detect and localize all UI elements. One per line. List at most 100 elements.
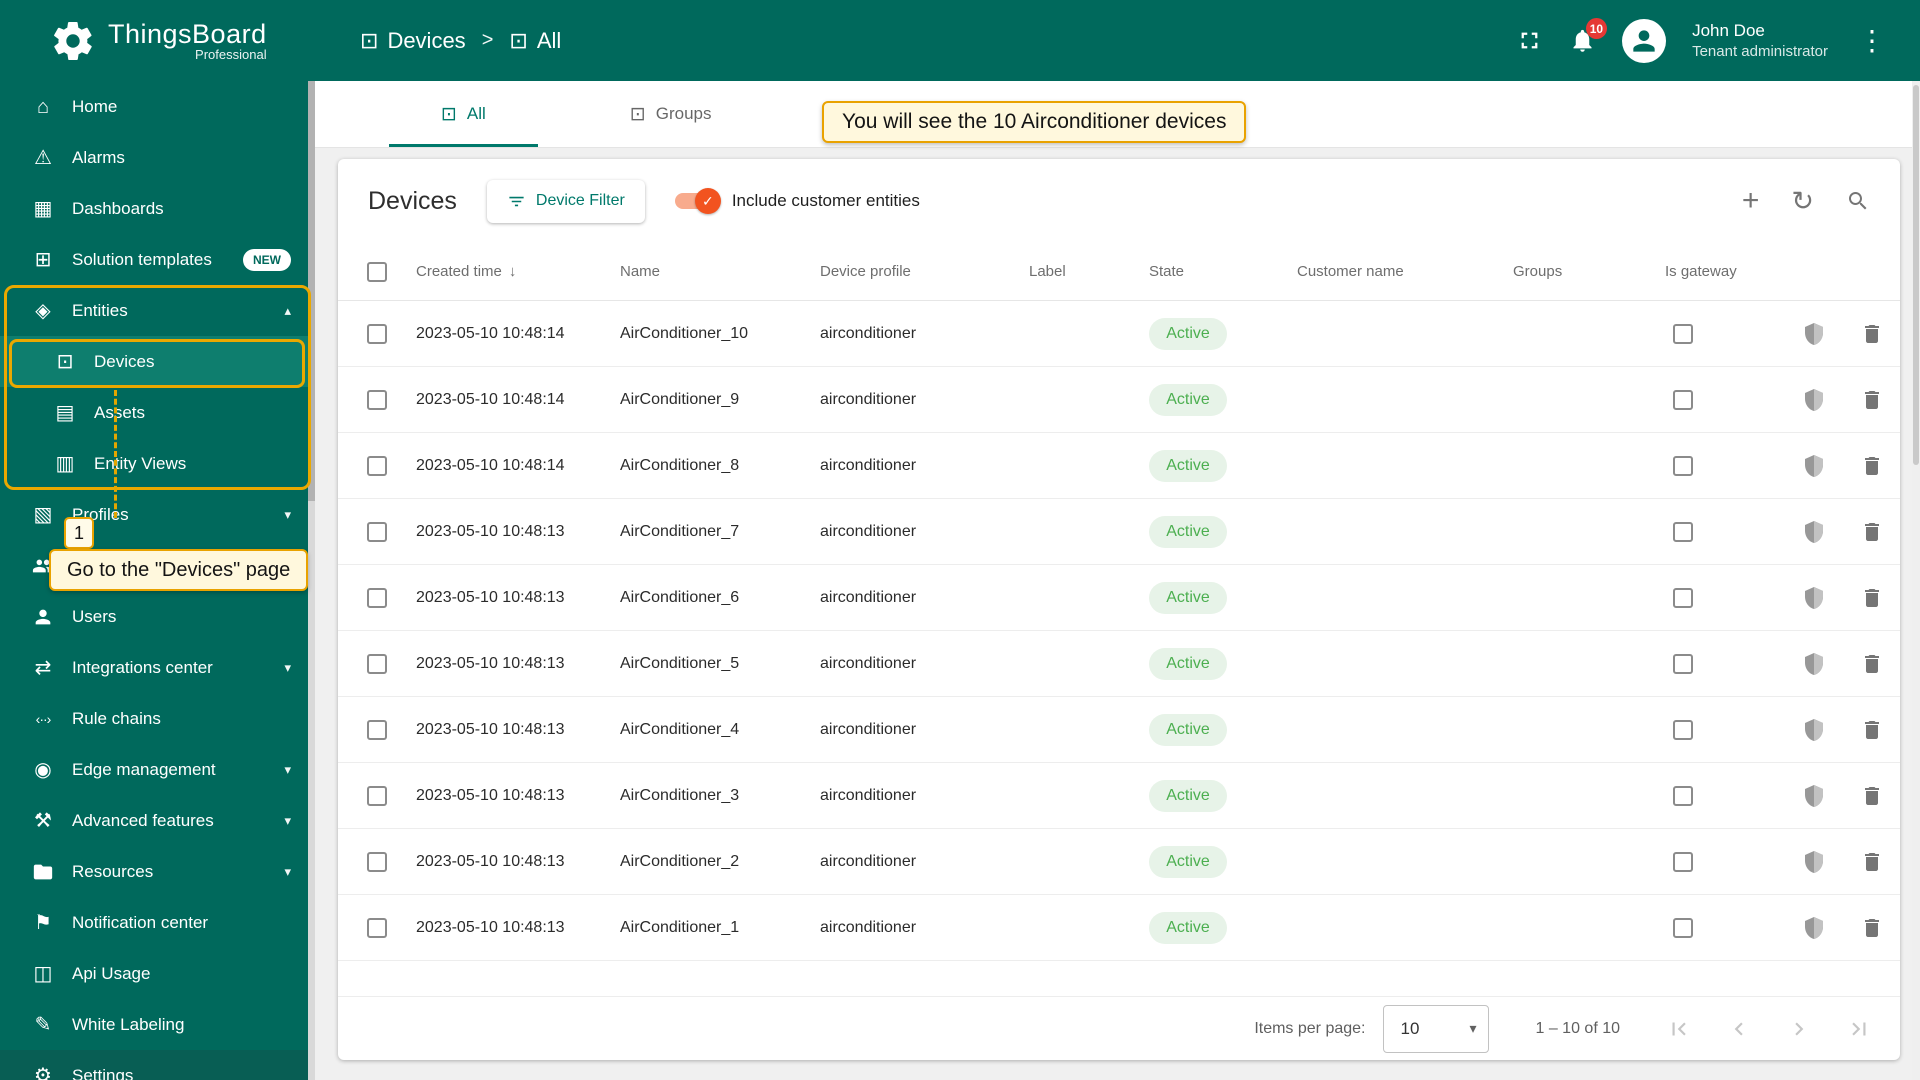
gateway-checkbox[interactable] bbox=[1673, 785, 1693, 806]
gateway-checkbox[interactable] bbox=[1673, 587, 1693, 608]
fullscreen-icon[interactable] bbox=[1516, 27, 1543, 54]
sidebar-item-white-labeling[interactable]: ✎ White Labeling bbox=[0, 999, 315, 1050]
table-row[interactable]: 2023-05-10 10:48:13 AirConditioner_5 air… bbox=[338, 631, 1900, 697]
gateway-checkbox[interactable] bbox=[1673, 455, 1693, 476]
shield-icon[interactable] bbox=[1802, 322, 1826, 346]
shield-icon[interactable] bbox=[1802, 916, 1826, 940]
sidebar-item-assets[interactable]: ▤ Assets bbox=[0, 387, 315, 438]
device-filter-button[interactable]: Device Filter bbox=[486, 179, 645, 223]
column-label[interactable]: Label bbox=[1015, 263, 1135, 280]
sidebar-scrollbar-thumb[interactable] bbox=[308, 81, 315, 501]
column-is-gateway[interactable]: Is gateway bbox=[1651, 263, 1784, 280]
page-scrollbar[interactable] bbox=[1912, 81, 1920, 1080]
shield-icon[interactable] bbox=[1802, 784, 1826, 808]
gateway-checkbox[interactable] bbox=[1673, 719, 1693, 740]
column-device-profile[interactable]: Device profile bbox=[806, 263, 1015, 280]
sidebar-item-entity-views[interactable]: ▥ Entity Views bbox=[0, 438, 315, 489]
include-customer-entities-toggle[interactable]: ✓ bbox=[674, 188, 721, 214]
sidebar-scrollbar[interactable] bbox=[308, 81, 315, 1080]
sidebar-item-edge-management[interactable]: ◉ Edge management ▾ bbox=[0, 744, 315, 795]
delete-icon[interactable] bbox=[1860, 388, 1884, 412]
sidebar-item-devices[interactable]: ⊡ Devices bbox=[0, 336, 315, 387]
sidebar-item-advanced-features[interactable]: ⚒ Advanced features ▾ bbox=[0, 795, 315, 846]
delete-icon[interactable] bbox=[1860, 850, 1884, 874]
table-row[interactable]: 2023-05-10 10:48:14 AirConditioner_10 ai… bbox=[338, 301, 1900, 367]
sidebar-item-rule-chains[interactable]: ‹··› Rule chains bbox=[0, 693, 315, 744]
table-row[interactable]: 2023-05-10 10:48:13 AirConditioner_2 air… bbox=[338, 829, 1900, 895]
previous-page-button[interactable] bbox=[1726, 1016, 1752, 1042]
row-checkbox[interactable] bbox=[367, 455, 387, 476]
column-state[interactable]: State bbox=[1135, 263, 1283, 280]
gateway-checkbox[interactable] bbox=[1673, 521, 1693, 542]
app-logo[interactable]: ThingsBoard Professional bbox=[0, 18, 300, 64]
gateway-checkbox[interactable] bbox=[1673, 917, 1693, 938]
shield-icon[interactable] bbox=[1802, 454, 1826, 478]
delete-icon[interactable] bbox=[1860, 454, 1884, 478]
select-all-checkbox[interactable] bbox=[367, 261, 387, 282]
table-row[interactable]: 2023-05-10 10:48:13 AirConditioner_1 air… bbox=[338, 895, 1900, 961]
table-row[interactable]: 2023-05-10 10:48:13 AirConditioner_6 air… bbox=[338, 565, 1900, 631]
gateway-checkbox[interactable] bbox=[1673, 323, 1693, 344]
sidebar-item-home[interactable]: ⌂ Home bbox=[0, 81, 315, 132]
notifications-bell-icon[interactable]: 10 bbox=[1569, 18, 1608, 54]
column-name[interactable]: Name bbox=[606, 263, 806, 280]
sidebar-item-solution-templates[interactable]: ⊞ Solution templates NEW bbox=[0, 234, 315, 285]
delete-icon[interactable] bbox=[1860, 586, 1884, 610]
breadcrumb-devices[interactable]: ⊡ Devices bbox=[360, 28, 466, 54]
avatar[interactable] bbox=[1622, 18, 1667, 63]
tab-groups[interactable]: ⊡ Groups bbox=[578, 81, 764, 147]
gateway-checkbox[interactable] bbox=[1673, 653, 1693, 674]
delete-icon[interactable] bbox=[1860, 322, 1884, 346]
delete-icon[interactable] bbox=[1860, 520, 1884, 544]
last-page-button[interactable] bbox=[1846, 1016, 1872, 1042]
kebab-menu-icon[interactable]: ⋮ bbox=[1854, 26, 1890, 55]
items-per-page-select[interactable]: 10 ▾ bbox=[1383, 1004, 1490, 1053]
table-row[interactable]: 2023-05-10 10:48:13 AirConditioner_4 air… bbox=[338, 697, 1900, 763]
gateway-checkbox[interactable] bbox=[1673, 389, 1693, 410]
sidebar-item-profiles[interactable]: ▧ Profiles ▾ bbox=[0, 489, 315, 540]
delete-icon[interactable] bbox=[1860, 652, 1884, 676]
row-checkbox[interactable] bbox=[367, 389, 387, 410]
shield-icon[interactable] bbox=[1802, 718, 1826, 742]
delete-icon[interactable] bbox=[1860, 718, 1884, 742]
refresh-button[interactable]: ↻ bbox=[1791, 187, 1814, 215]
shield-icon[interactable] bbox=[1802, 850, 1826, 874]
search-icon[interactable] bbox=[1846, 189, 1870, 213]
sidebar-item-alarms[interactable]: ⚠ Alarms bbox=[0, 132, 315, 183]
table-row[interactable]: 2023-05-10 10:48:14 AirConditioner_9 air… bbox=[338, 367, 1900, 433]
sidebar-item-notification-center[interactable]: ⚑ Notification center bbox=[0, 897, 315, 948]
row-checkbox[interactable] bbox=[367, 785, 387, 806]
next-page-button[interactable] bbox=[1786, 1016, 1812, 1042]
row-checkbox[interactable] bbox=[367, 521, 387, 542]
column-groups[interactable]: Groups bbox=[1499, 263, 1651, 280]
row-checkbox[interactable] bbox=[367, 587, 387, 608]
row-checkbox[interactable] bbox=[367, 917, 387, 938]
table-row[interactable]: 2023-05-10 10:48:13 AirConditioner_7 air… bbox=[338, 499, 1900, 565]
shield-icon[interactable] bbox=[1802, 586, 1826, 610]
row-checkbox[interactable] bbox=[367, 323, 387, 344]
page-scrollbar-thumb[interactable] bbox=[1913, 85, 1919, 465]
shield-icon[interactable] bbox=[1802, 652, 1826, 676]
add-device-button[interactable]: + bbox=[1742, 186, 1760, 216]
row-checkbox[interactable] bbox=[367, 719, 387, 740]
column-created-time[interactable]: Created time ↓ bbox=[402, 263, 606, 280]
sidebar-item-api-usage[interactable]: ◫ Api Usage bbox=[0, 948, 315, 999]
row-checkbox[interactable] bbox=[367, 653, 387, 674]
first-page-button[interactable] bbox=[1666, 1016, 1692, 1042]
shield-icon[interactable] bbox=[1802, 520, 1826, 544]
sidebar-item-dashboards[interactable]: ▦ Dashboards bbox=[0, 183, 315, 234]
tab-all[interactable]: ⊡ All bbox=[389, 81, 538, 147]
table-row[interactable]: 2023-05-10 10:48:14 AirConditioner_8 air… bbox=[338, 433, 1900, 499]
shield-icon[interactable] bbox=[1802, 388, 1826, 412]
delete-icon[interactable] bbox=[1860, 916, 1884, 940]
table-row[interactable]: 2023-05-10 10:48:13 AirConditioner_3 air… bbox=[338, 763, 1900, 829]
sidebar-item-entities[interactable]: ◈ Entities ▴ bbox=[0, 285, 315, 336]
sidebar-item-settings[interactable]: ⚙ Settings bbox=[0, 1050, 315, 1080]
gateway-checkbox[interactable] bbox=[1673, 851, 1693, 872]
row-checkbox[interactable] bbox=[367, 851, 387, 872]
column-customer-name[interactable]: Customer name bbox=[1283, 263, 1499, 280]
sidebar-item-integrations-center[interactable]: ⇄ Integrations center ▾ bbox=[0, 642, 315, 693]
breadcrumb-all[interactable]: ⊡ All bbox=[509, 28, 561, 54]
sidebar-item-users[interactable]: Users bbox=[0, 591, 315, 642]
delete-icon[interactable] bbox=[1860, 784, 1884, 808]
